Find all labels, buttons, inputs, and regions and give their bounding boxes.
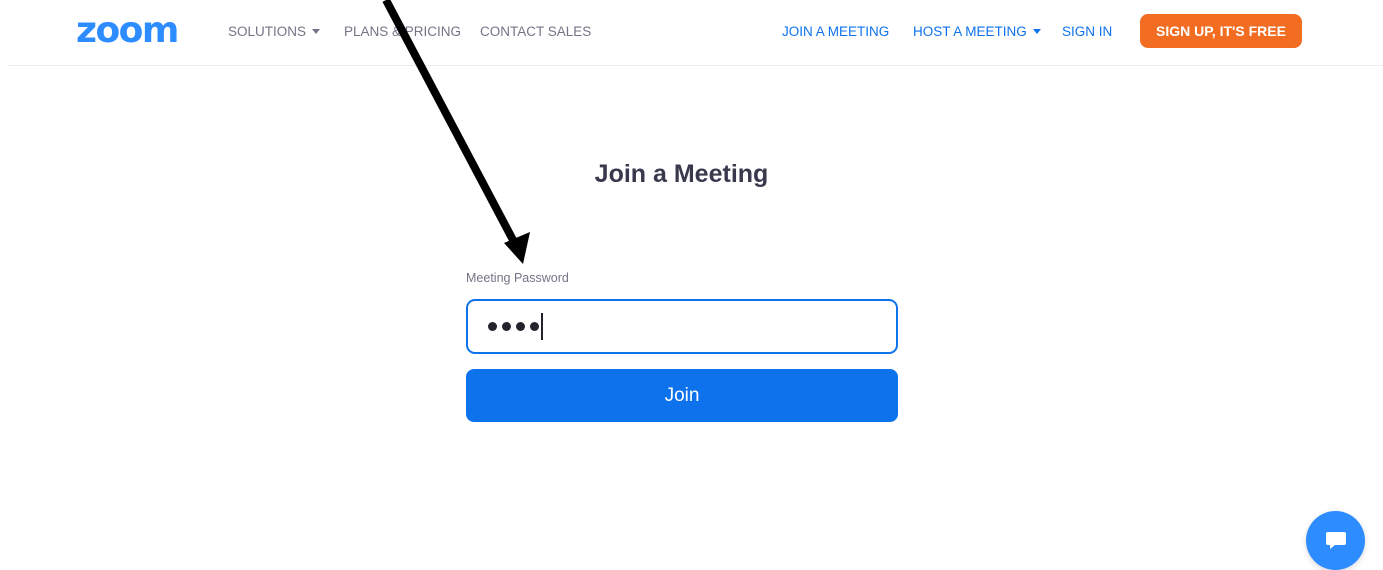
nav-join-meeting[interactable]: JOIN A MEETING <box>782 22 889 40</box>
meeting-password-input[interactable] <box>466 299 898 354</box>
password-dot <box>516 322 525 331</box>
top-navigation-bar: zoom SOLUTIONS PLANS & PRICING CONTACT S… <box>8 0 1383 66</box>
text-cursor <box>541 313 543 340</box>
nav-join-meeting-label: JOIN A MEETING <box>782 23 890 39</box>
password-dot <box>488 322 497 331</box>
nav-solutions[interactable]: SOLUTIONS <box>228 22 321 40</box>
nav-contact-sales[interactable]: CONTACT SALES <box>480 22 591 40</box>
nav-host-meeting-label: HOST A MEETING <box>913 23 1027 39</box>
nav-host-meeting[interactable]: HOST A MEETING <box>913 22 1041 40</box>
password-dot <box>502 322 511 331</box>
signup-button[interactable]: SIGN UP, IT'S FREE <box>1140 14 1302 48</box>
password-dot <box>530 322 539 331</box>
nav-sign-in-label: SIGN IN <box>1062 23 1113 39</box>
caret-down-icon <box>1032 29 1041 34</box>
join-button[interactable]: Join <box>466 369 898 422</box>
caret-down-icon <box>312 29 321 34</box>
nav-solutions-label: SOLUTIONS <box>228 23 307 39</box>
nav-plans-pricing-label: PLANS & PRICING <box>344 23 462 39</box>
password-label: Meeting Password <box>466 271 569 285</box>
arrow-annotation <box>382 0 530 264</box>
chat-button[interactable] <box>1306 511 1365 570</box>
logo-text: zoom <box>76 10 179 51</box>
page-title: Join a Meeting <box>594 160 769 188</box>
chat-bubble-icon <box>1325 531 1346 549</box>
zoom-logo[interactable]: zoom <box>76 10 179 51</box>
password-mask <box>488 322 539 331</box>
nav-contact-sales-label: CONTACT SALES <box>480 23 592 39</box>
nav-sign-in[interactable]: SIGN IN <box>1062 22 1112 40</box>
nav-plans-pricing[interactable]: PLANS & PRICING <box>344 22 461 40</box>
